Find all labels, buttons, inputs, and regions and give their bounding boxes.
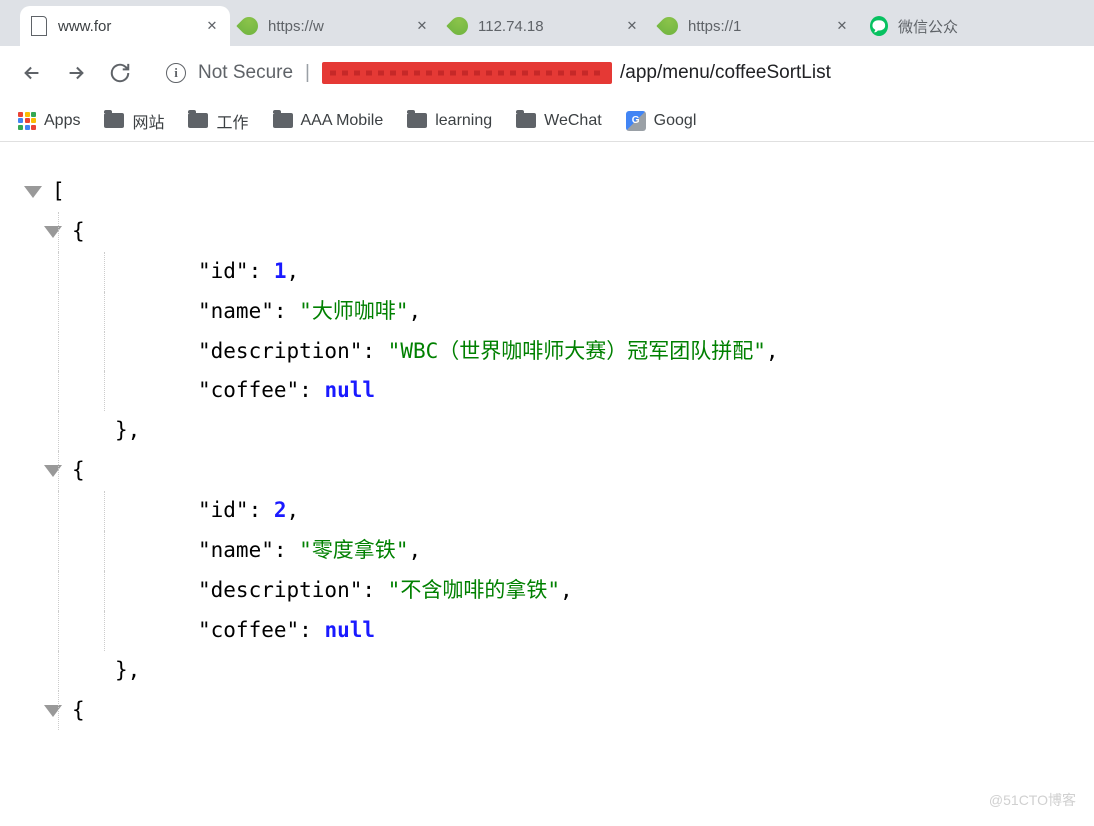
tab-title: 112.74.18 <box>478 18 618 35</box>
json-line: { <box>20 451 1074 491</box>
tab-title: https://1 <box>688 18 828 35</box>
toolbar: Not Secure | /app/menu/coffeeSortList <box>0 46 1094 100</box>
google-translate-icon: G <box>626 111 646 131</box>
url-redacted <box>322 62 612 84</box>
json-line: "description": "不含咖啡的拿铁", <box>20 571 1074 611</box>
bookmark-label: 工作 <box>216 109 248 133</box>
json-line: }, <box>20 411 1074 451</box>
tab[interactable]: 112.74.18 <box>440 6 650 46</box>
forward-button[interactable] <box>58 55 94 91</box>
back-button[interactable] <box>14 55 50 91</box>
folder-icon <box>516 113 536 128</box>
tab-title: https://w <box>268 18 408 35</box>
bookmark-label: 网站 <box>132 109 164 133</box>
bookmark-label: AAA Mobile <box>301 112 384 130</box>
json-line: "id": 2, <box>20 491 1074 531</box>
json-line: { <box>20 212 1074 252</box>
bookmark-label: Apps <box>44 112 80 130</box>
folder-icon <box>273 113 293 128</box>
collapse-toggle[interactable] <box>24 186 42 198</box>
tab-title: 微信公众 <box>898 16 1020 37</box>
tab[interactable]: 微信公众 <box>860 6 1030 46</box>
tab-active[interactable]: www.for <box>20 6 230 46</box>
tab-strip: www.for https://w 112.74.18 https://1 微信… <box>0 0 1094 46</box>
bookmark-folder[interactable]: WeChat <box>516 112 602 130</box>
close-icon[interactable] <box>624 18 640 34</box>
collapse-toggle[interactable] <box>44 226 62 238</box>
collapse-toggle[interactable] <box>44 705 62 717</box>
close-icon[interactable] <box>834 18 850 34</box>
info-icon[interactable] <box>166 63 186 83</box>
not-secure-label: Not Secure <box>198 62 293 84</box>
json-line: }, <box>20 651 1074 691</box>
json-line: "id": 1, <box>20 252 1074 292</box>
reload-button[interactable] <box>102 55 138 91</box>
folder-icon <box>188 113 208 128</box>
tab-title: www.for <box>58 18 198 35</box>
spring-icon <box>240 17 258 35</box>
folder-icon <box>407 113 427 128</box>
json-line: "name": "大师咖啡", <box>20 292 1074 332</box>
bookmark-folder[interactable]: 网站 <box>104 109 164 133</box>
apps-button[interactable]: Apps <box>18 112 80 130</box>
bookmark-label: WeChat <box>544 112 602 130</box>
json-line: "coffee": null <box>20 611 1074 651</box>
json-line: { <box>20 691 1074 731</box>
bookmark-google-translate[interactable]: G Googl <box>626 111 697 131</box>
spring-icon <box>660 17 678 35</box>
bookmark-folder[interactable]: 工作 <box>188 109 248 133</box>
watermark: @51CTO博客 <box>989 790 1076 810</box>
close-icon[interactable] <box>204 18 220 34</box>
bookmark-label: Googl <box>654 112 697 130</box>
bookmark-folder[interactable]: learning <box>407 112 492 130</box>
tab[interactable]: https://1 <box>650 6 860 46</box>
folder-icon <box>104 113 124 128</box>
json-viewer: [ { "id": 1, "name": "大师咖啡", "descriptio… <box>0 142 1094 760</box>
address-bar[interactable]: Not Secure | /app/menu/coffeeSortList <box>156 54 1080 92</box>
json-line: "name": "零度拿铁", <box>20 531 1074 571</box>
bookmark-label: learning <box>435 112 492 130</box>
collapse-toggle[interactable] <box>44 465 62 477</box>
apps-icon <box>18 112 36 130</box>
spring-icon <box>450 17 468 35</box>
tab[interactable]: https://w <box>230 6 440 46</box>
json-line: [ <box>20 172 1074 212</box>
wechat-icon <box>870 17 888 35</box>
json-line: "description": "WBC（世界咖啡师大赛）冠军团队拼配", <box>20 332 1074 372</box>
file-icon <box>30 17 48 35</box>
json-line: "coffee": null <box>20 371 1074 411</box>
bookmark-folder[interactable]: AAA Mobile <box>273 112 384 130</box>
url-path: /app/menu/coffeeSortList <box>620 62 831 84</box>
close-icon[interactable] <box>414 18 430 34</box>
divider: | <box>305 62 310 84</box>
bookmarks-bar: Apps 网站 工作 AAA Mobile learning WeChat G … <box>0 100 1094 142</box>
